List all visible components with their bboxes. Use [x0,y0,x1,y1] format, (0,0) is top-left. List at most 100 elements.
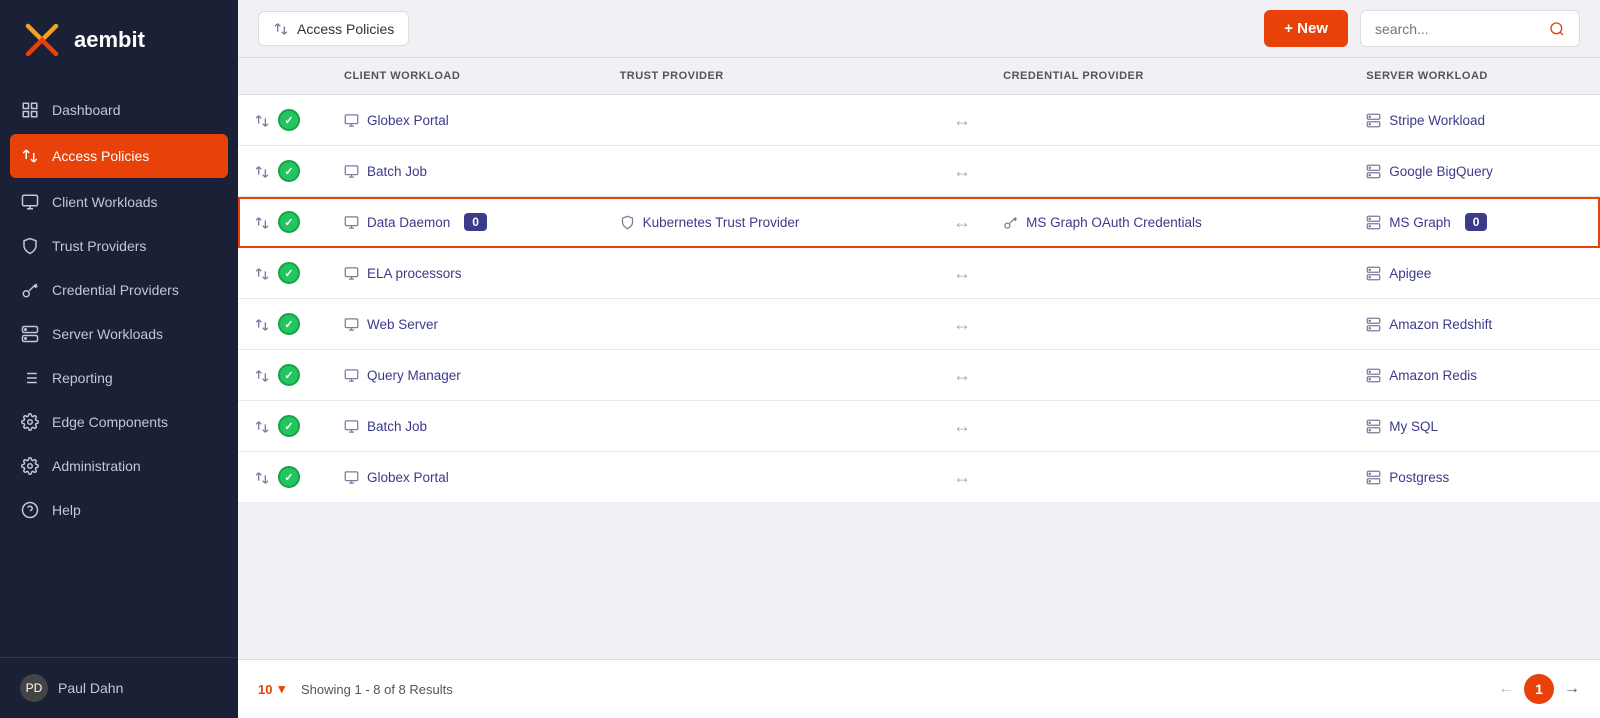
access-policies-table: CLIENT WORKLOAD TRUST PROVIDER CREDENTIA… [238,58,1600,503]
server-workload-name: Amazon Redshift [1389,317,1492,332]
topbar: Access Policies + New [238,0,1600,58]
sidebar: aembit Dashboard Access Policies [0,0,238,718]
sidebar-item-administration-label: Administration [52,458,141,474]
cell-server-workload: My SQL [1350,404,1600,448]
cell-trust-provider: Kubernetes Trust Provider [604,200,938,244]
table-row[interactable]: Query Manager ↔ Amazon Redis [238,350,1600,401]
key-icon [20,280,40,300]
workload-monitor-icon [344,214,359,230]
arrow-separator: ↔ [937,350,987,401]
col-trust-provider: TRUST PROVIDER [604,58,938,95]
cell-status [238,350,328,400]
cell-status [238,299,328,349]
client-workload-name: Batch Job [367,419,427,434]
server-icon [1366,316,1381,332]
table-row[interactable]: Web Server ↔ Amazon Redshift [238,299,1600,350]
server-workload-name: Amazon Redis [1389,368,1477,383]
breadcrumb[interactable]: Access Policies [258,11,409,46]
credential-key-icon [1003,214,1018,230]
table-row[interactable]: Batch Job ↔ Google BigQuery [238,146,1600,197]
cell-status [238,452,328,502]
sidebar-item-dashboard-label: Dashboard [52,102,121,118]
new-button[interactable]: + New [1264,10,1348,47]
cell-credential-provider: MS Graph OAuth Credentials [987,200,1350,244]
workload-monitor-icon [344,112,359,128]
table-row[interactable]: Batch Job ↔ My SQL [238,401,1600,452]
server-icon [1366,418,1381,434]
arrow-separator: ↔ [937,146,987,197]
client-workload-name: Batch Job [367,164,427,179]
list-icon [20,368,40,388]
search-icon [1549,20,1565,37]
table-row[interactable]: Data Daemon 0 Kubernetes Trust Provider … [238,197,1600,248]
next-page-button[interactable]: → [1564,680,1580,698]
table-row[interactable]: Globex Portal ↔ Postgress [238,452,1600,503]
policy-arrows-icon [254,367,270,383]
status-active-icon [278,262,300,284]
col-credential-provider: CREDENTIAL PROVIDER [987,58,1350,95]
sidebar-item-reporting-label: Reporting [52,370,113,386]
pagination: ← 1 → [1498,674,1580,704]
sidebar-item-trust-providers[interactable]: Trust Providers [0,224,238,268]
sidebar-item-help-label: Help [52,502,81,518]
avatar: PD [20,674,48,702]
cell-status [238,197,328,247]
server-workload-name: Google BigQuery [1389,164,1493,179]
question-icon [20,500,40,520]
per-page-value: 10 [258,682,272,697]
results-text: Showing 1 - 8 of 8 Results [301,682,453,697]
workload-monitor-icon [344,316,359,332]
sidebar-nav: Dashboard Access Policies Client Workloa… [0,80,238,657]
cell-client-workload: Globex Portal [328,98,604,142]
arrow-separator: ↔ [937,401,987,452]
client-workload-name: ELA processors [367,266,462,281]
sidebar-item-edge-components[interactable]: Edge Components [0,400,238,444]
cell-server-workload: Postgress [1350,455,1600,499]
server-badge: 0 [1465,213,1488,231]
workload-monitor-icon [344,265,359,281]
policy-arrows-icon [254,418,270,434]
server-workload-name: Apigee [1389,266,1431,281]
cell-server-workload: Stripe Workload [1350,98,1600,142]
new-button-label: + New [1284,20,1328,37]
table-row[interactable]: Globex Portal ↔ Stripe Workload [238,95,1600,146]
cell-status [238,95,328,145]
per-page-selector[interactable]: 10 ▾ [258,681,285,697]
sidebar-item-credential-providers[interactable]: Credential Providers [0,268,238,312]
prev-page-button[interactable]: ← [1498,680,1514,698]
search-input[interactable] [1375,21,1541,37]
col-status [238,58,328,95]
policy-arrows-icon [254,469,270,485]
sidebar-item-credential-providers-label: Credential Providers [52,282,179,298]
sidebar-item-dashboard[interactable]: Dashboard [0,88,238,132]
cell-client-workload: Web Server [328,302,604,346]
username: Paul Dahn [58,680,123,696]
sidebar-item-access-policies[interactable]: Access Policies [10,134,228,178]
user-menu[interactable]: PD Paul Dahn [0,657,238,718]
sidebar-item-administration[interactable]: Administration [0,444,238,488]
credential-provider-name: MS Graph OAuth Credentials [1026,215,1202,230]
sidebar-item-reporting[interactable]: Reporting [0,356,238,400]
col-client-workload: CLIENT WORKLOAD [328,58,604,95]
status-active-icon [278,466,300,488]
table-row[interactable]: ELA processors ↔ Apigee [238,248,1600,299]
server-icon [1366,163,1381,179]
status-active-icon [278,313,300,335]
sidebar-item-server-workloads[interactable]: Server Workloads [0,312,238,356]
cell-server-workload: Apigee [1350,251,1600,295]
per-page-chevron-icon: ▾ [278,681,285,697]
arrow-separator: ↔ [937,248,987,299]
monitor-icon [20,192,40,212]
cell-client-workload: Data Daemon 0 [328,199,604,245]
col-arrow [937,58,987,95]
sidebar-item-client-workloads[interactable]: Client Workloads [0,180,238,224]
arrow-separator: ↔ [937,197,987,248]
sidebar-item-help[interactable]: Help [0,488,238,532]
workload-monitor-icon [344,469,359,485]
search-box[interactable] [1360,10,1580,47]
page-1-button[interactable]: 1 [1524,674,1554,704]
client-badge: 0 [464,213,487,231]
status-active-icon [278,211,300,233]
arrow-separator: ↔ [937,299,987,350]
policy-arrows-icon [254,214,270,230]
